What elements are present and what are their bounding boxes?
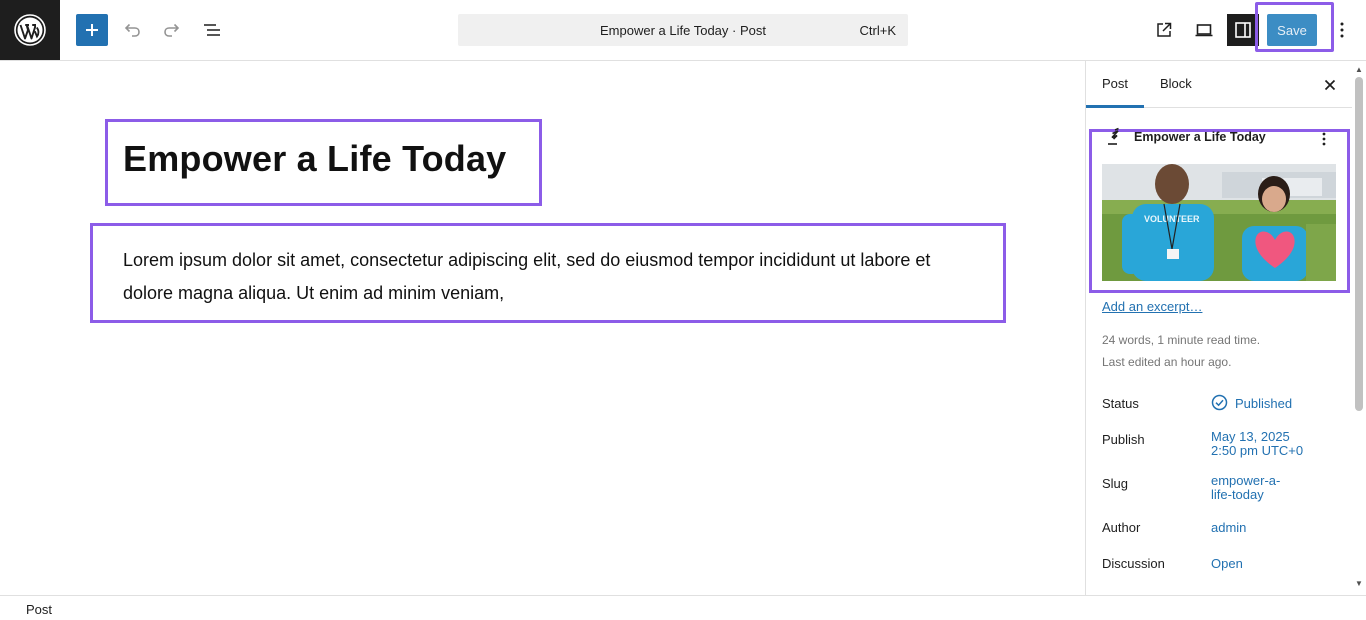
add-block-button[interactable] bbox=[76, 14, 108, 46]
scroll-down-arrow-icon[interactable]: ▼ bbox=[1355, 579, 1363, 588]
list-view-button[interactable] bbox=[196, 14, 228, 46]
shirt-text: VOLUNTEER bbox=[1144, 214, 1200, 224]
publish-date-button[interactable]: May 13, 2025 2:50 pm UTC+0 bbox=[1211, 430, 1303, 458]
desktop-icon bbox=[1195, 24, 1213, 37]
external-link-icon bbox=[1157, 22, 1172, 37]
shortcut-hint: Ctrl+K bbox=[859, 23, 896, 38]
scroll-up-arrow-icon[interactable]: ▲ bbox=[1355, 65, 1363, 74]
editor-canvas: Empower a Life Today Lorem ipsum dolor s… bbox=[0, 61, 1085, 595]
post-card-title: Empower a Life Today bbox=[1134, 130, 1266, 144]
document-title: Empower a Life Today · Post bbox=[600, 23, 766, 38]
plus-icon bbox=[86, 24, 98, 36]
slug-line-1: empower-a- bbox=[1211, 473, 1281, 488]
breadcrumb-post[interactable]: Post bbox=[26, 602, 52, 617]
tab-post[interactable]: Post bbox=[1102, 76, 1128, 91]
publish-label: Publish bbox=[1102, 432, 1145, 447]
options-button[interactable] bbox=[1328, 14, 1356, 46]
discussion-label: Discussion bbox=[1102, 556, 1165, 571]
editor-footer: Post bbox=[0, 595, 1366, 620]
document-command-bar[interactable]: Empower a Life Today · Post Ctrl+K bbox=[458, 14, 908, 46]
add-excerpt-link[interactable]: Add an excerpt… bbox=[1102, 299, 1202, 314]
word-count: 24 words, 1 minute read time. bbox=[1102, 333, 1261, 347]
wordpress-logo-icon[interactable] bbox=[0, 0, 60, 60]
redo-button[interactable] bbox=[156, 14, 188, 46]
settings-sidebar: Post Block Empower a Life Today VOLUNTEE… bbox=[1085, 61, 1366, 595]
undo-icon bbox=[124, 23, 140, 37]
author-label: Author bbox=[1102, 520, 1141, 535]
publish-time: 2:50 pm UTC+0 bbox=[1211, 443, 1304, 458]
featured-image[interactable]: VOLUNTEER bbox=[1102, 164, 1336, 281]
undo-button[interactable] bbox=[116, 14, 148, 46]
status-label: Status bbox=[1102, 396, 1139, 411]
preview-button[interactable] bbox=[1188, 14, 1220, 46]
sidebar-tabs: Post Block bbox=[1086, 61, 1366, 108]
close-icon bbox=[1324, 79, 1336, 91]
post-card-actions-button[interactable] bbox=[1314, 127, 1334, 151]
post-edit-icon bbox=[1104, 127, 1124, 147]
list-view-icon bbox=[204, 24, 220, 36]
tab-block[interactable]: Block bbox=[1160, 76, 1192, 91]
save-button[interactable]: Save bbox=[1267, 14, 1317, 46]
sidebar-toggle-icon bbox=[1235, 22, 1251, 38]
sidebar-scrollbar[interactable]: ▲ ▼ bbox=[1352, 61, 1366, 595]
post-title[interactable]: Empower a Life Today bbox=[123, 138, 506, 180]
published-check-icon bbox=[1211, 394, 1228, 411]
slug-label: Slug bbox=[1102, 476, 1129, 491]
more-vertical-icon bbox=[1322, 132, 1326, 146]
active-tab-indicator bbox=[1086, 105, 1144, 108]
paragraph-block[interactable]: Lorem ipsum dolor sit amet, consectetur … bbox=[123, 244, 983, 310]
discussion-value[interactable]: Open bbox=[1211, 557, 1243, 571]
more-vertical-icon bbox=[1340, 22, 1344, 38]
editor-header: Empower a Life Today · Post Ctrl+K Save bbox=[0, 0, 1366, 61]
status-value[interactable]: Published bbox=[1235, 397, 1292, 411]
last-edited: Last edited an hour ago. bbox=[1102, 355, 1232, 369]
redo-icon bbox=[164, 23, 180, 37]
author-value[interactable]: admin bbox=[1211, 521, 1246, 535]
slug-line-2: life-today bbox=[1211, 487, 1264, 502]
slug-button[interactable]: empower-a- life-today bbox=[1211, 474, 1280, 502]
publish-date: May 13, 2025 bbox=[1211, 429, 1290, 444]
scrollbar-thumb[interactable] bbox=[1355, 77, 1363, 411]
view-post-button[interactable] bbox=[1148, 14, 1180, 46]
close-sidebar-button[interactable] bbox=[1318, 73, 1342, 97]
